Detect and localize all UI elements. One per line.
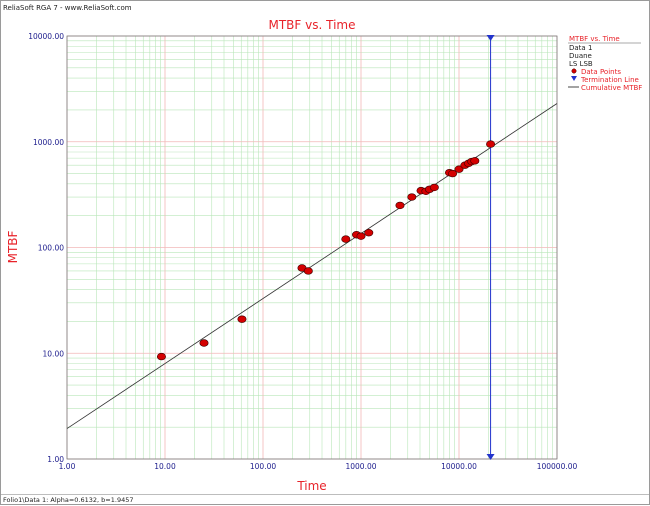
data-point: [486, 140, 496, 148]
data-point: [356, 232, 366, 240]
x-tick-label: 100.00: [250, 462, 276, 471]
legend: MTBF vs. Time Data 1 Duane LS LSB Data P…: [568, 35, 642, 92]
legend-cumulative-mtbf-label: Cumulative MTBF: [581, 84, 642, 92]
grid: [66, 35, 558, 460]
legend-info-data-set: Data 1: [569, 44, 592, 52]
data-point: [237, 315, 247, 323]
data-point: [470, 157, 480, 165]
y-tick-label: 1000.00: [33, 138, 64, 147]
app-window: ReliaSoft RGA 7 - www.ReliaSoft.com 1.00…: [0, 0, 650, 505]
legend-termination-marker: [571, 76, 577, 81]
x-tick-label: 10.00: [154, 462, 176, 471]
data-point: [407, 193, 417, 201]
legend-termination-label: Termination Line: [580, 76, 639, 84]
status-bar: Folio1\Data 1: Alpha=0.6132, b=1.9457: [1, 494, 649, 504]
axis-ticks: 1.00 10.00 100.00 1000.00 10000.00 100000.00 1…: [28, 32, 577, 471]
data-point: [364, 229, 374, 237]
y-tick-label: 10.00: [43, 349, 65, 358]
legend-data-point-marker: [571, 68, 577, 74]
x-tick-label: 1000.00: [345, 462, 376, 471]
data-point: [156, 352, 166, 361]
y-tick-label: 100.00: [38, 244, 64, 253]
y-tick-label: 1.00: [47, 455, 64, 464]
legend-info-method: LS LSB: [569, 60, 593, 68]
x-tick-label: 100000.00: [537, 462, 578, 471]
data-point: [395, 201, 405, 210]
y-axis-label: MTBF: [6, 230, 20, 263]
data-point: [341, 235, 351, 243]
y-tick-label: 10000.00: [28, 32, 64, 41]
legend-info-model: Duane: [569, 52, 592, 60]
legend-header: MTBF vs. Time: [569, 35, 620, 43]
chart-title: MTBF vs. Time: [269, 18, 356, 32]
data-point: [429, 183, 439, 192]
mtbf-chart: 1.00 10.00 100.00 1000.00 10000.00 100000.00 1…: [6, 18, 642, 493]
legend-data-points-label: Data Points: [581, 68, 621, 76]
x-tick-label: 10000.00: [441, 462, 477, 471]
data-point: [303, 267, 313, 275]
x-axis-label: Time: [296, 479, 326, 493]
data-point: [199, 339, 209, 347]
termination-marker-top: [486, 35, 495, 41]
